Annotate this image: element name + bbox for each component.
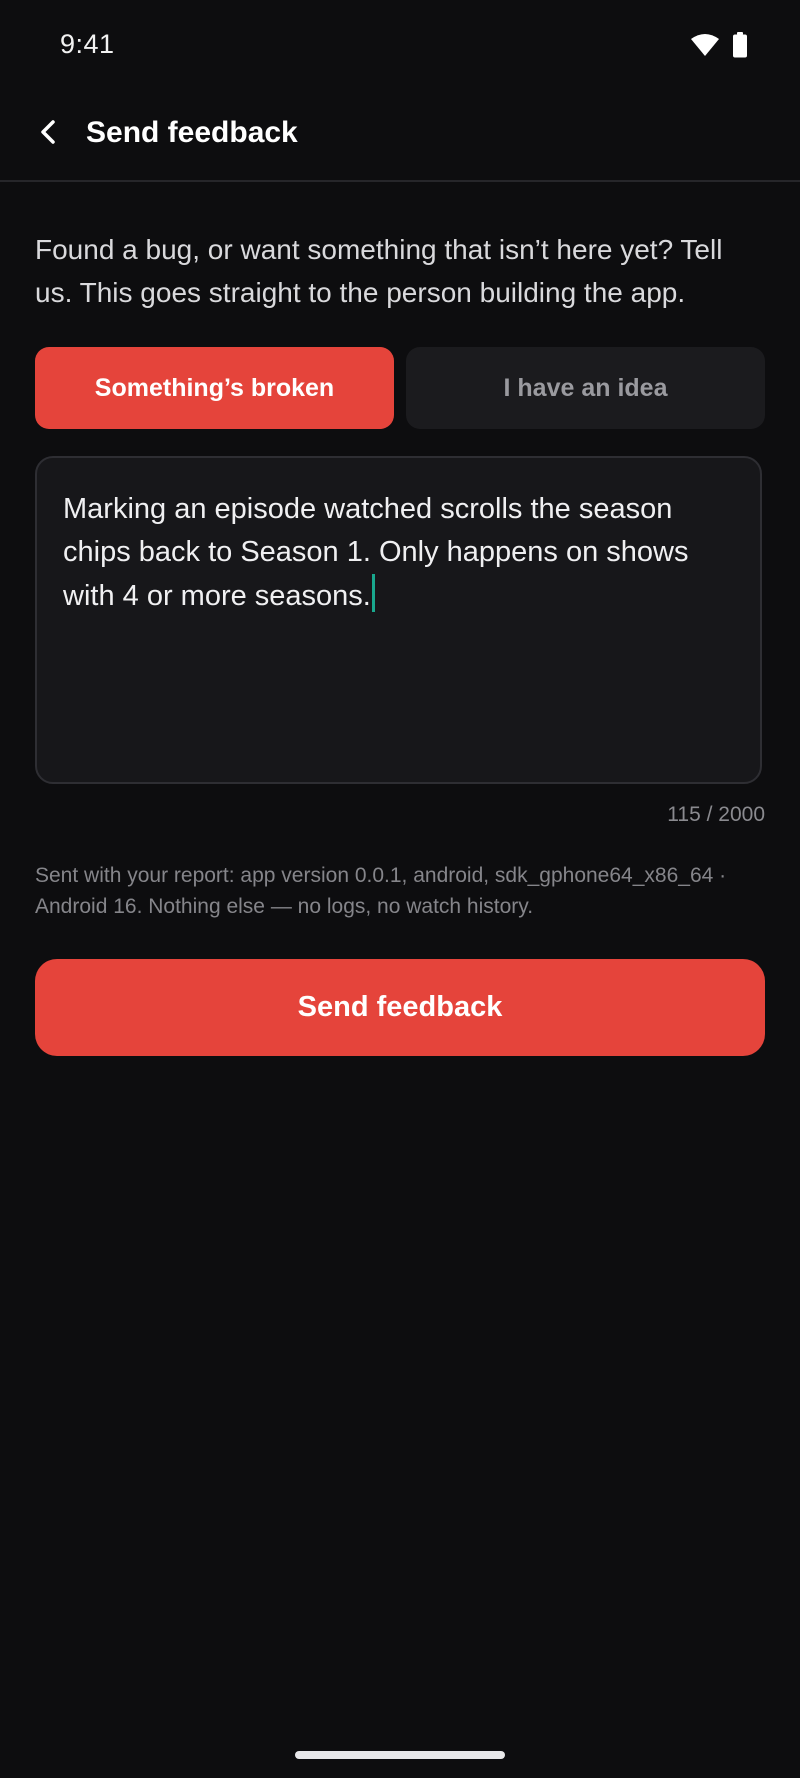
text-caret xyxy=(371,574,375,612)
status-bar: 9:41 xyxy=(0,0,800,96)
feedback-type-selector: Something’s broken I have an idea xyxy=(35,347,765,429)
status-icons xyxy=(690,32,748,63)
character-counter: 115 / 2000 xyxy=(667,803,765,826)
app-bar: Send feedback xyxy=(0,96,800,182)
battery-icon xyxy=(732,32,748,63)
home-indicator[interactable] xyxy=(295,1751,505,1759)
back-button[interactable] xyxy=(26,112,70,156)
send-feedback-button[interactable]: Send feedback xyxy=(35,959,765,1056)
status-time: 9:41 xyxy=(60,29,115,59)
chevron-left-icon xyxy=(37,118,59,151)
feedback-text: Marking an episode watched scrolls the s… xyxy=(63,493,697,612)
option-have-an-idea[interactable]: I have an idea xyxy=(406,347,765,429)
report-info-note: Sent with your report: app version 0.0.1… xyxy=(35,864,727,918)
page-title: Send feedback xyxy=(86,116,298,149)
option-something-broken[interactable]: Something’s broken xyxy=(35,347,394,429)
wifi-icon xyxy=(690,33,720,62)
feedback-textarea[interactable]: Marking an episode watched scrolls the s… xyxy=(35,456,762,784)
intro-section: Found a bug, or want something that isn’… xyxy=(35,228,765,314)
intro-text: Found a bug, or want something that isn’… xyxy=(35,234,723,308)
